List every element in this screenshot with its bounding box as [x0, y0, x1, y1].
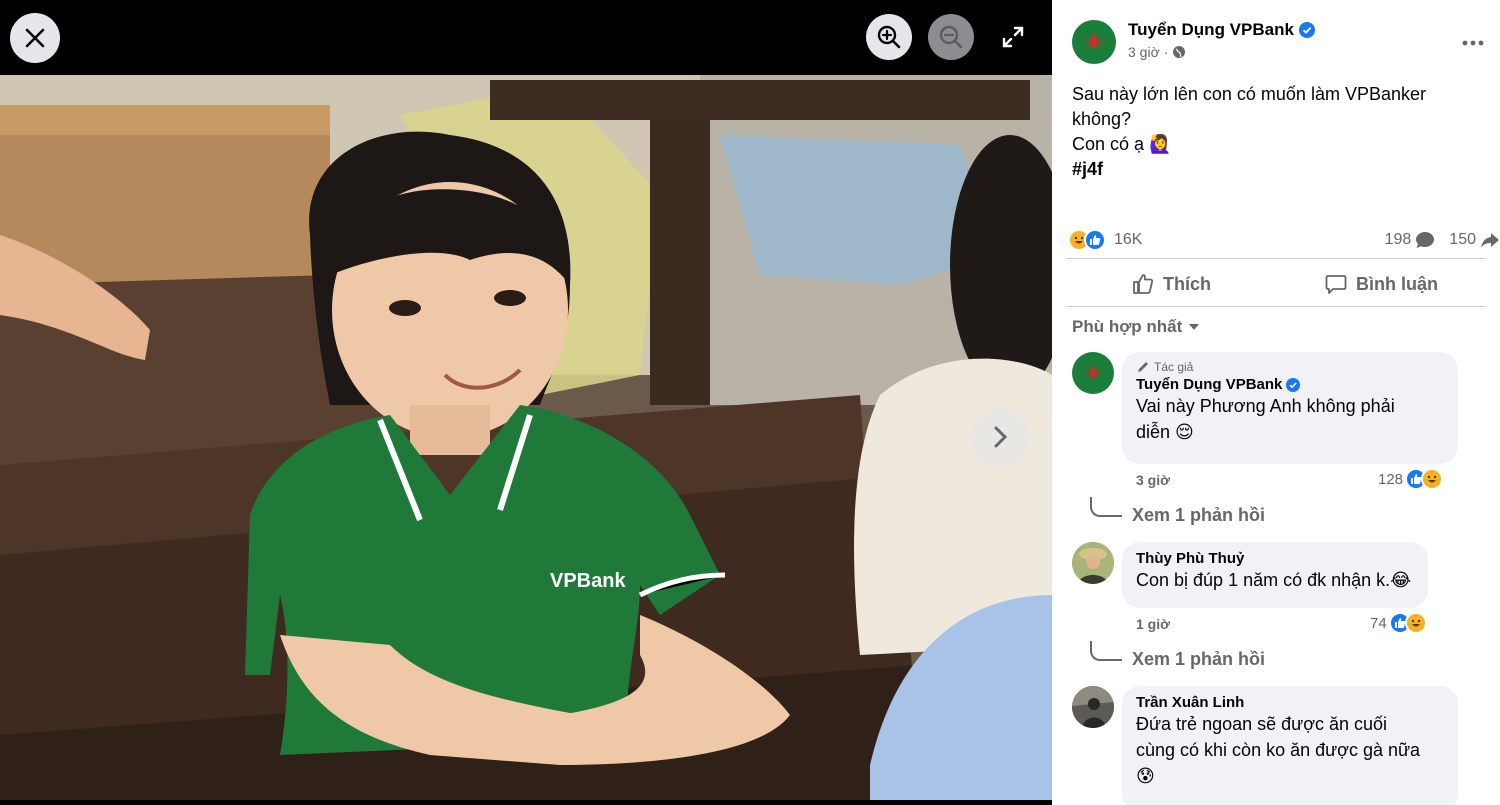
post-photo[interactable]: VPBank	[0, 75, 1052, 800]
fullscreen-button[interactable]	[990, 14, 1036, 60]
header-text: Tuyển Dụng VPBank 3 giờ ·	[1128, 20, 1315, 64]
post-line: Con có ạ 🙋‍♀️	[1072, 134, 1172, 154]
thumbs-up-icon	[1133, 274, 1154, 294]
zoom-in-button[interactable]	[866, 14, 912, 60]
user-photo-icon	[1072, 686, 1114, 728]
zoom-out-icon	[939, 25, 963, 49]
comment-text: cùng có khi còn ko ăn được gà nữa	[1136, 740, 1421, 760]
comment-item: Trần Xuân Linh Đứa trẻ ngoan sẽ được ăn …	[1072, 686, 1458, 805]
haha-reaction-icon	[1404, 612, 1427, 634]
commenter-avatar[interactable]	[1072, 542, 1114, 584]
comment-item: Thùy Phù Thuỷ Con bị đúp 1 năm có đk nhậ…	[1072, 542, 1428, 608]
author-tag-label: Tác giả	[1154, 360, 1194, 374]
vpbank-logo-icon	[1085, 365, 1101, 380]
next-photo-button[interactable]	[970, 407, 1030, 467]
commenter-avatar[interactable]	[1072, 686, 1114, 728]
comment-reactions[interactable]: 128	[1378, 468, 1444, 490]
commenter-name[interactable]: Tuyển Dụng VPBank	[1136, 376, 1282, 393]
comment-text: Vai này Phương Anh không phải	[1136, 396, 1395, 416]
fullscreen-icon	[1002, 26, 1024, 48]
comment-bubble: Tác giả Tuyển Dụng VPBank Vai này Phương…	[1122, 352, 1458, 464]
page-avatar[interactable]	[1072, 20, 1116, 64]
more-dots-icon	[1462, 40, 1484, 46]
reply-thread-line	[1090, 641, 1122, 661]
comment-label: Bình luận	[1356, 273, 1438, 294]
reactions-summary: 16K 198 150	[1068, 226, 1500, 254]
post-meta: 3 giờ ·	[1128, 44, 1315, 60]
close-icon	[25, 28, 45, 48]
comment-bubble-icon	[1416, 232, 1435, 248]
view-replies-link[interactable]: Xem 1 phản hồi	[1132, 649, 1265, 670]
shirt-logo-text: VPBank	[550, 570, 626, 592]
post-header: Tuyển Dụng VPBank 3 giờ ·	[1072, 20, 1315, 64]
like-reaction-icon	[1084, 229, 1106, 251]
view-replies-link[interactable]: Xem 1 phản hồi	[1132, 505, 1265, 526]
comment-text: Đứa trẻ ngoan sẽ được ăn cuối	[1136, 714, 1388, 734]
chevron-right-icon	[994, 426, 1008, 448]
reaction-count[interactable]: 16K	[1114, 231, 1142, 249]
comment-reaction-count: 128	[1378, 470, 1404, 488]
comment-reactions[interactable]: 74	[1370, 612, 1427, 634]
share-arrow-icon	[1481, 233, 1499, 248]
vpbank-logo-icon	[1085, 33, 1103, 49]
divider	[1066, 258, 1486, 259]
comment-item: Tác giả Tuyển Dụng VPBank Vai này Phương…	[1072, 352, 1458, 464]
comment-text: 😰	[1136, 766, 1155, 786]
reply-thread-line	[1090, 497, 1122, 517]
commenter-name-row: Tuyển Dụng VPBank	[1136, 376, 1444, 393]
author-tag: Tác giả	[1136, 360, 1444, 374]
post-time[interactable]: 3 giờ	[1128, 44, 1160, 60]
commenter-name[interactable]: Thùy Phù Thuỷ	[1136, 550, 1414, 567]
comment-bubble: Trần Xuân Linh Đứa trẻ ngoan sẽ được ăn …	[1122, 686, 1458, 805]
comment-text: diễn 😌	[1136, 422, 1194, 442]
comment-reaction-count: 74	[1370, 614, 1387, 632]
like-label: Thích	[1163, 273, 1211, 294]
haha-reaction-icon	[1421, 468, 1444, 490]
share-count-link[interactable]: 150	[1449, 231, 1500, 249]
comment-button[interactable]: Bình luận	[1276, 264, 1486, 304]
post-line: Sau này lớn lên con có muốn làm VPBanker	[1072, 84, 1426, 104]
comment-bubble: Thùy Phù Thuỷ Con bị đúp 1 năm có đk nhậ…	[1122, 542, 1428, 608]
divider	[1066, 306, 1486, 307]
sort-label: Phù hợp nhất	[1072, 317, 1183, 336]
post-panel: Tuyển Dụng VPBank 3 giờ · Sau này lớn lê…	[1052, 0, 1500, 805]
post-line: không?	[1072, 109, 1132, 129]
comment-count: 198	[1384, 231, 1412, 248]
verified-badge-icon	[1298, 22, 1315, 38]
comment-text: Con bị đúp 1 năm có đk nhận k.😂	[1136, 570, 1412, 590]
commenter-avatar[interactable]	[1072, 352, 1114, 394]
like-button[interactable]: Thích	[1066, 264, 1276, 304]
post-actions: Thích Bình luận	[1066, 264, 1486, 304]
close-button[interactable]	[10, 13, 60, 63]
photo-illustration: VPBank	[0, 75, 1052, 800]
commenter-name[interactable]: Trần Xuân Linh	[1136, 694, 1444, 711]
zoom-in-icon	[877, 25, 901, 49]
hashtag-link[interactable]: #j4f	[1072, 157, 1482, 182]
comment-count-link[interactable]: 198	[1385, 231, 1436, 249]
page-name-row: Tuyển Dụng VPBank	[1128, 20, 1315, 40]
photo-viewer: VPBank	[0, 0, 1052, 805]
comment-time[interactable]: 3 giờ	[1136, 472, 1170, 488]
globe-icon	[1173, 46, 1186, 58]
caret-down-icon	[1189, 324, 1200, 330]
pencil-icon	[1138, 362, 1148, 372]
post-message: Sau này lớn lên con có muốn làm VPBanker…	[1072, 82, 1482, 182]
page-name-link[interactable]: Tuyển Dụng VPBank	[1128, 20, 1294, 40]
share-count: 150	[1449, 231, 1476, 248]
comment-time[interactable]: 1 giờ	[1136, 616, 1170, 632]
user-photo-icon	[1072, 542, 1114, 584]
comment-icon	[1325, 275, 1347, 294]
verified-badge-icon	[1286, 377, 1301, 392]
comment-sort-dropdown[interactable]: Phù hợp nhất	[1072, 317, 1200, 337]
zoom-out-button[interactable]	[928, 14, 974, 60]
post-options-button[interactable]	[1460, 30, 1486, 56]
